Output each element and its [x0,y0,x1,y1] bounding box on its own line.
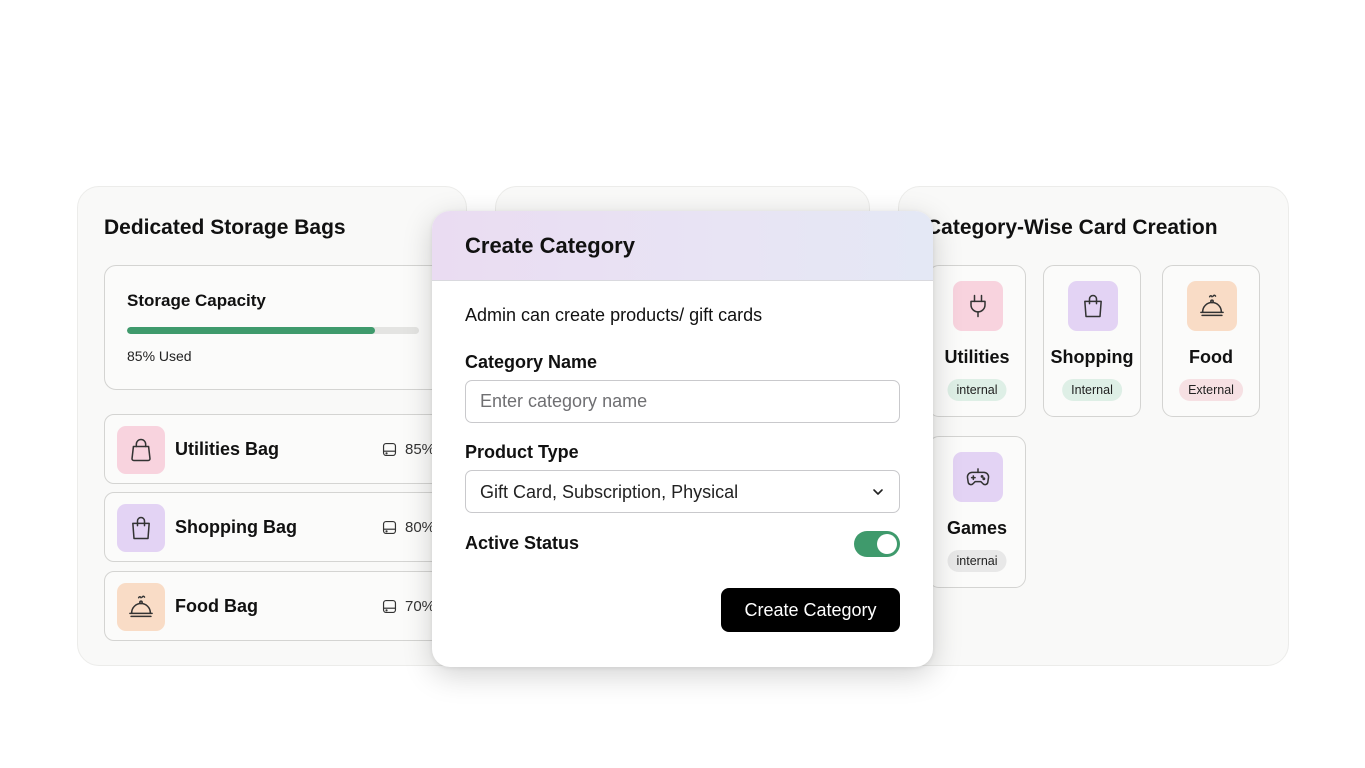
storage-bags-panel: Dedicated Storage Bags Storage Capacity … [77,186,467,666]
plug-icon [953,281,1003,331]
category-cards-panel: Category-Wise Card Creation Utilities in… [898,186,1289,666]
storage-used-text: 85% Used [127,348,192,364]
bag-percent-value: 70% [405,598,436,615]
create-category-modal: Create Category Admin can create product… [432,211,933,667]
food-cloche-icon [1187,281,1237,331]
category-name: Games [946,518,1008,538]
chevron-down-icon [873,489,883,495]
category-cards-title: Category-Wise Card Creation [926,216,1218,239]
storage-drive-icon [382,520,397,535]
create-category-button[interactable]: Create Category [721,588,900,632]
active-status-label: Active Status [465,533,580,553]
category-name: Food [1189,347,1233,367]
category-name: Shopping [1050,347,1134,367]
storage-progress-fill [127,327,376,334]
storage-capacity-card: Storage Capacity 85% Used [104,265,444,390]
category-card-utilities[interactable]: Utilities internal [928,265,1026,417]
modal-title: Create Category [465,233,635,258]
product-type-label: Product Type [465,442,579,462]
category-card-food[interactable]: Food External [1162,265,1260,417]
bag-percent: 70% [381,598,435,615]
category-card-shopping[interactable]: Shopping Internal [1043,265,1141,417]
product-type-select[interactable]: Gift Card, Subscription, Physical [465,470,900,513]
storage-bags-title: Dedicated Storage Bags [104,216,346,239]
category-tag: internai [947,550,1007,572]
gamepad-icon [953,452,1003,502]
food-cloche-icon [117,583,165,631]
bag-percent-value: 85% [405,441,436,458]
bag-name: Shopping Bag [175,517,297,537]
category-name: Utilities [944,347,1010,367]
bag-name: Utilities Bag [175,439,280,459]
bag-percent: 85% [381,441,435,458]
category-name-label: Category Name [465,352,598,372]
category-name-input[interactable] [465,380,900,423]
bag-row-shopping[interactable]: Shopping Bag 80% [104,492,444,562]
storage-drive-icon [382,599,397,614]
category-tag: internal [947,379,1007,401]
modal-subtitle: Admin can create products/ gift cards [465,305,763,325]
category-tag: Internal [1062,379,1122,401]
toggle-knob [877,534,897,554]
storage-drive-icon [382,442,397,457]
storage-capacity-label: Storage Capacity [127,291,266,310]
product-type-value: Gift Card, Subscription, Physical [480,482,739,502]
modal-header: Create Category [432,211,933,281]
shopping-bag-icon [1068,281,1118,331]
bag-percent-value: 80% [405,519,436,536]
shopping-bag-icon [117,504,165,552]
active-status-toggle[interactable] [854,531,900,557]
category-card-games[interactable]: Games internai [928,436,1026,588]
bag-row-utilities[interactable]: Utilities Bag 85% [104,414,444,484]
bag-percent: 80% [381,519,435,536]
bag-name: Food Bag [175,596,258,616]
bag-icon [117,426,165,474]
storage-progress-track [127,327,419,334]
category-tag: External [1179,379,1243,401]
bag-row-food[interactable]: Food Bag 70% [104,571,444,641]
